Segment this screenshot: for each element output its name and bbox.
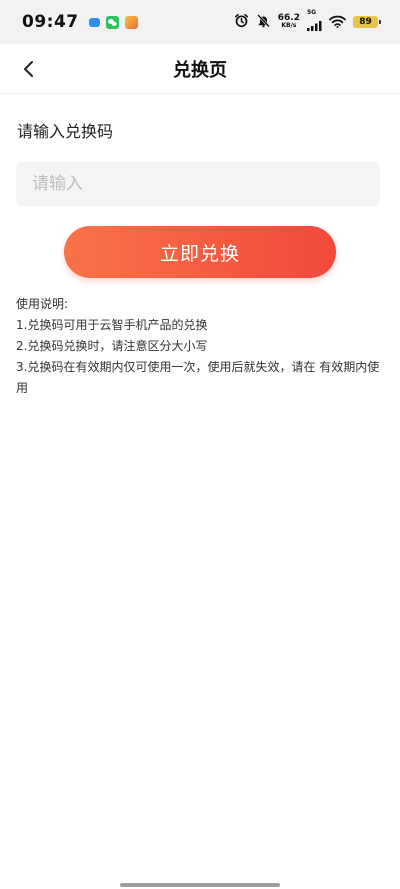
page-title: 兑换页 (173, 59, 227, 81)
instruction-item: 2.兑换码兑换时，请注意区分大小写 (16, 339, 208, 353)
instruction-item: 1.兑换码可用于云智手机产品的兑换 (16, 318, 208, 332)
instruction-item: 3.兑换码在有效期内仅可使用一次，使用后就失效，请在 有效期内使用 (16, 360, 380, 395)
redeem-code-prompt: 请输入兑换码 (17, 122, 114, 141)
net-speed: 66.2 KB/s (278, 14, 300, 30)
home-indicator[interactable] (120, 883, 280, 887)
chevron-left-icon (24, 61, 33, 77)
net-speed-value: 66.2 (277, 13, 300, 23)
mute-icon (256, 13, 271, 32)
wechat-icon (105, 15, 119, 29)
wifi-icon (329, 13, 346, 32)
app-orange-icon (124, 15, 138, 29)
app-blue-icon (88, 17, 100, 27)
status-time: 09:47 (22, 12, 79, 32)
redeem-code-input[interactable] (16, 162, 380, 206)
battery-icon: 89 (353, 16, 381, 28)
nav-bar: 兑换页 (0, 44, 400, 94)
redeem-now-button[interactable]: 立即兑换 (64, 226, 336, 278)
battery-level: 89 (359, 17, 372, 27)
instructions-heading: 使用说明: (16, 297, 69, 311)
usage-instructions: 使用说明: 1.兑换码可用于云智手机产品的兑换 2.兑换码兑换时，请注意区分大小… (16, 294, 388, 399)
status-left: 09:47 (22, 12, 138, 32)
back-button[interactable] (14, 54, 44, 84)
alarm-icon (234, 13, 249, 32)
signal-icon (307, 16, 322, 35)
signal-indicator: 5G (307, 9, 322, 35)
status-bar: 09:47 66.2 KB/s 5G 89 (0, 0, 400, 44)
net-speed-unit: KB/s (281, 22, 297, 29)
status-right: 66.2 KB/s 5G 89 (234, 9, 381, 35)
